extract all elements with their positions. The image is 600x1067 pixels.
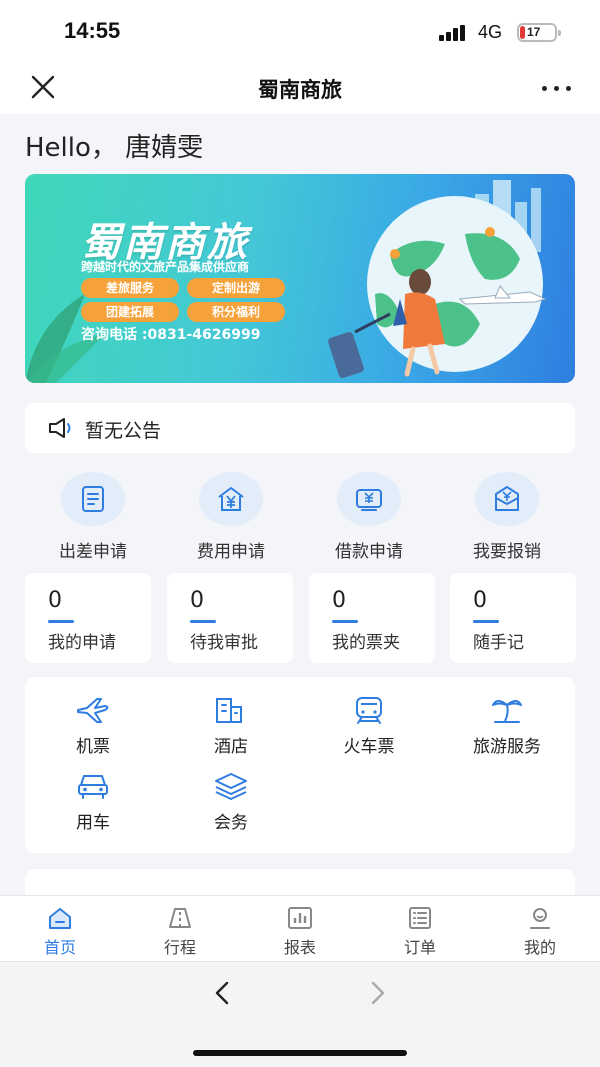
service-label: 会务: [214, 813, 248, 833]
quick-action-label: 借款申请: [335, 542, 403, 562]
tab-orders[interactable]: 订单: [360, 896, 480, 962]
banner-subtitle: 跨越时代的文旅产品集成供应商: [81, 260, 250, 274]
promo-banner[interactable]: 蜀南商旅 跨越时代的文旅产品集成供应商 差旅服务 定制出游 团建拓展 积分福利 …: [25, 174, 575, 383]
status-bar: 14:55 4G 17: [0, 0, 600, 62]
nav-bar: 蜀南商旅: [0, 62, 600, 114]
quick-action-expense-request[interactable]: 费用申请: [166, 470, 296, 570]
service-train[interactable]: 火车票: [304, 695, 434, 765]
tab-home[interactable]: 首页: [0, 896, 120, 962]
stat-pending-approval[interactable]: 0 待我审批: [167, 573, 293, 663]
tab-label: 行程: [163, 938, 196, 957]
layers-icon: [215, 773, 247, 800]
quick-action-travel-request[interactable]: 出差申请: [28, 470, 158, 570]
status-time: 14:55: [64, 18, 121, 43]
battery-icon: 17: [517, 23, 561, 42]
tab-label: 首页: [43, 938, 76, 957]
announcement-bar[interactable]: 暂无公告: [25, 403, 575, 453]
chevron-left-icon: [215, 981, 229, 1005]
service-label: 机票: [76, 737, 110, 757]
battery-level: 17: [527, 25, 541, 39]
quick-action-label: 费用申请: [197, 542, 265, 562]
services-panel: 机票 酒店 火车票 旅游服务 用车 会务: [25, 677, 575, 853]
service-label: 用车: [76, 813, 110, 833]
quick-action-label: 出差申请: [59, 542, 127, 562]
stat-value: 0: [190, 588, 204, 613]
banner-tag: 团建拓展: [81, 302, 179, 322]
tab-profile[interactable]: 我的: [480, 896, 600, 962]
palm-tree-icon: [492, 700, 522, 723]
home-indicator: [193, 1050, 407, 1056]
signal-icon: [439, 23, 469, 41]
forward-button[interactable]: [362, 978, 392, 1008]
list-icon: [409, 907, 431, 929]
stat-label: 我的票夹: [332, 633, 400, 653]
service-label: 旅游服务: [473, 737, 541, 757]
icon-badge: [475, 472, 539, 526]
quick-action-label: 我要报销: [473, 542, 541, 562]
icon-badge: [337, 472, 401, 526]
stat-underline: [473, 620, 499, 623]
stat-label: 待我审批: [190, 633, 258, 653]
stat-my-requests[interactable]: 0 我的申请: [25, 573, 151, 663]
service-label: 酒店: [214, 737, 248, 757]
yuan-house-icon: [218, 487, 244, 511]
bar-chart-icon: [288, 907, 312, 929]
service-tourism[interactable]: 旅游服务: [442, 695, 572, 765]
speaker-icon: [49, 418, 71, 438]
greeting: Hello， 唐婧雯: [25, 133, 204, 163]
user-icon: [530, 908, 550, 929]
network-type: 4G: [478, 22, 503, 42]
chevron-right-icon: [371, 981, 385, 1005]
stat-underline: [48, 620, 74, 623]
yuan-card-icon: [356, 489, 382, 511]
globe-traveler-illustration: [328, 180, 547, 378]
stat-value: 0: [48, 588, 62, 613]
stat-underline: [332, 620, 358, 623]
road-icon: [169, 908, 191, 928]
service-label: 火车票: [343, 737, 395, 757]
service-flight[interactable]: 机票: [28, 695, 158, 765]
tab-label: 报表: [283, 938, 316, 957]
tab-bar: 首页 行程 报表 订单 我的: [0, 895, 600, 961]
train-icon: [356, 697, 382, 724]
plane-icon: [77, 698, 109, 723]
tab-reports[interactable]: 报表: [240, 896, 360, 962]
quick-action-reimbursement[interactable]: 我要报销: [442, 470, 572, 570]
quick-action-loan-request[interactable]: 借款申请: [304, 470, 434, 570]
stat-label: 我的申请: [48, 633, 116, 653]
stat-value: 0: [332, 588, 346, 613]
icon-badge: [61, 472, 125, 526]
home-icon: [49, 908, 71, 929]
page-title: 蜀南商旅: [258, 78, 342, 102]
banner-phone: 咨询电话 :0831-4626999: [81, 327, 261, 343]
stat-value: 0: [473, 588, 487, 613]
banner-tag: 差旅服务: [81, 278, 179, 298]
stat-underline: [190, 620, 216, 623]
announcement-text: 暂无公告: [85, 420, 162, 442]
banner-tag: 积分福利: [187, 302, 285, 322]
hotel-icon: [216, 698, 242, 723]
car-icon: [78, 775, 108, 799]
tab-itinerary[interactable]: 行程: [120, 896, 240, 962]
document-icon: [82, 486, 104, 512]
browser-toolbar: [0, 961, 600, 1067]
stat-ticket-folder[interactable]: 0 我的票夹: [309, 573, 435, 663]
tab-label: 订单: [403, 938, 436, 957]
stat-label: 随手记: [473, 633, 524, 653]
yuan-envelope-icon: [495, 486, 519, 511]
more-button[interactable]: [540, 76, 574, 98]
stat-notes[interactable]: 0 随手记: [450, 573, 576, 663]
service-meeting[interactable]: 会务: [166, 771, 296, 841]
service-hotel[interactable]: 酒店: [166, 695, 296, 765]
service-car[interactable]: 用车: [28, 771, 158, 841]
back-button[interactable]: [208, 978, 238, 1008]
banner-tag: 定制出游: [187, 278, 285, 298]
icon-badge: [199, 472, 263, 526]
tab-label: 我的: [523, 938, 556, 957]
